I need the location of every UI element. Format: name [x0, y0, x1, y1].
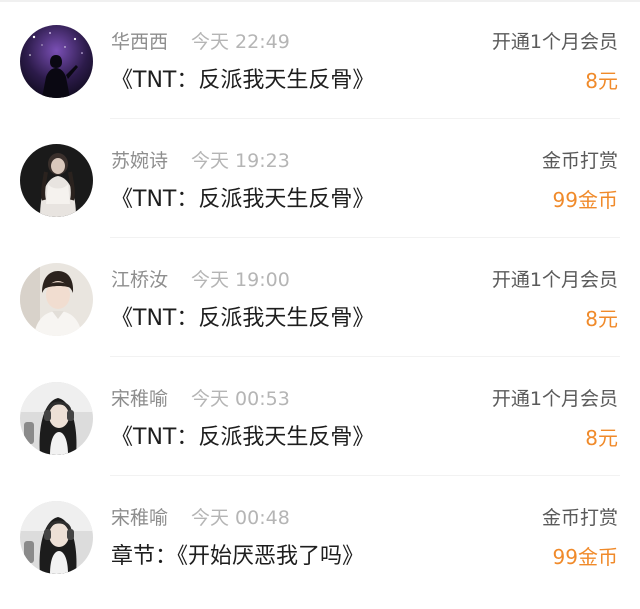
transaction-amount: 99金币 — [552, 188, 618, 212]
book-title[interactable]: 《TNT：反派我天生反骨》 — [111, 185, 374, 215]
transaction-amount: 8元 — [585, 69, 618, 93]
avatar[interactable] — [20, 263, 93, 336]
timestamp: 今天 00:48 — [191, 507, 290, 529]
timestamp: 今天 19:23 — [191, 150, 290, 172]
avatar-woman-white-dress-icon — [20, 144, 93, 217]
list-item[interactable]: 宋稚喻 今天 00:53 《TNT：反派我天生反骨》 开通1个月会员 8元 — [0, 357, 640, 476]
transaction-type: 开通1个月会员 — [491, 388, 618, 410]
transaction-type: 开通1个月会员 — [491, 269, 618, 291]
transaction-type: 金币打赏 — [541, 150, 618, 172]
list-item[interactable]: 宋稚喻 今天 00:48 章节：《开始厌恶我了吗》 金币打赏 99金币 — [0, 476, 640, 595]
transaction-amount: 8元 — [585, 426, 618, 450]
transaction-type: 金币打赏 — [541, 507, 618, 529]
timestamp: 今天 22:49 — [191, 31, 290, 53]
timestamp: 今天 19:00 — [191, 269, 290, 291]
book-title[interactable]: 《TNT：反派我天生反骨》 — [111, 66, 374, 96]
avatar-starry-night-silhouette-icon — [20, 25, 93, 98]
list-item[interactable]: 苏婉诗 今天 19:23 《TNT：反派我天生反骨》 金币打赏 99金币 — [0, 119, 640, 238]
transaction-amount: 99金币 — [552, 545, 618, 569]
timestamp: 今天 00:53 — [191, 388, 290, 410]
user-name: 宋稚喻 — [111, 388, 169, 410]
user-name: 江桥汝 — [111, 269, 169, 291]
avatar-young-man-portrait-icon — [20, 263, 93, 336]
avatar-woman-headphones-icon — [20, 501, 93, 574]
list-item[interactable]: 华西西 今天 22:49 《TNT：反派我天生反骨》 开通1个月会员 8元 — [0, 0, 640, 119]
list-item[interactable]: 江桥汝 今天 19:00 《TNT：反派我天生反骨》 开通1个月会员 8元 — [0, 238, 640, 357]
book-title[interactable]: 《TNT：反派我天生反骨》 — [111, 423, 374, 453]
avatar-woman-headphones-icon — [20, 382, 93, 455]
transaction-type: 开通1个月会员 — [491, 31, 618, 53]
avatar[interactable] — [20, 25, 93, 98]
avatar[interactable] — [20, 382, 93, 455]
book-title[interactable]: 《TNT：反派我天生反骨》 — [111, 304, 374, 334]
avatar[interactable] — [20, 144, 93, 217]
avatar[interactable] — [20, 501, 93, 574]
user-name: 宋稚喻 — [111, 507, 169, 529]
chapter-title[interactable]: 章节：《开始厌恶我了吗》 — [111, 542, 364, 572]
transaction-amount: 8元 — [585, 307, 618, 331]
user-name: 华西西 — [111, 31, 169, 53]
user-name: 苏婉诗 — [111, 150, 169, 172]
